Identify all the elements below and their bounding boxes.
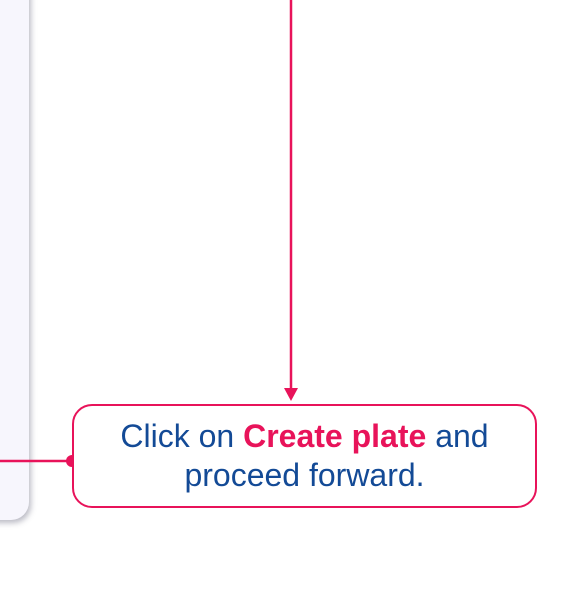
instruction-callout: Click on Create plate and proceed forwar…: [72, 404, 537, 508]
background-panel: [0, 0, 29, 520]
pointer-arrowhead: [284, 388, 298, 401]
callout-prefix: Click on: [120, 418, 244, 454]
create-plate-highlight: Create plate: [243, 418, 427, 454]
callout-message: Click on Create plate and proceed forwar…: [90, 417, 520, 495]
callout-connectors: [0, 0, 298, 467]
